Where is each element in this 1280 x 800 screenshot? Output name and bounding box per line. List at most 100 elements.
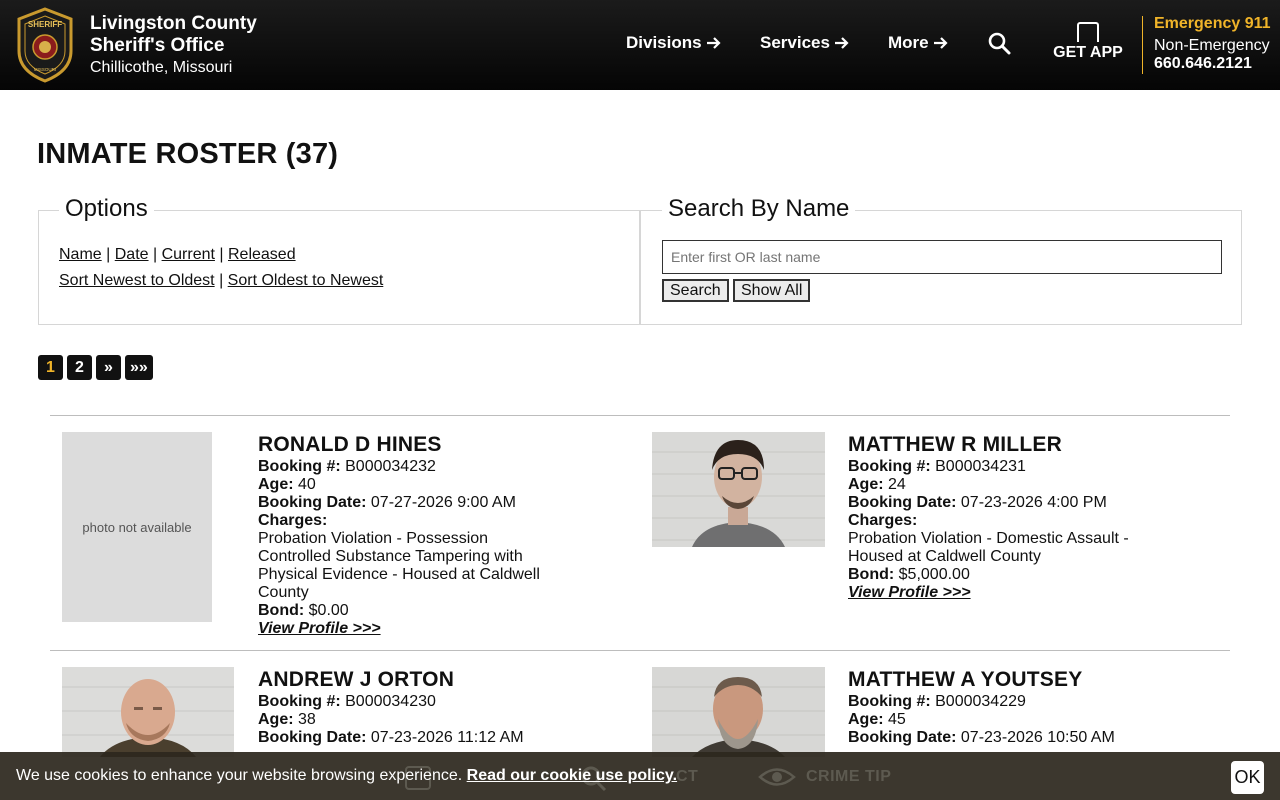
view-profile-link[interactable]: View Profile >>> xyxy=(848,584,971,602)
inmate-name[interactable]: RONALD D HINES xyxy=(258,432,558,458)
nav-services[interactable]: Services xyxy=(760,33,850,53)
inmate-age: 45 xyxy=(888,711,906,728)
site-header: SHERIFF MISSOURI Livingston County Sheri… xyxy=(0,0,1280,90)
show-all-button[interactable]: Show All xyxy=(733,279,811,302)
option-current-link[interactable]: Current xyxy=(162,246,215,263)
option-released-link[interactable]: Released xyxy=(228,246,296,263)
booking-number: B000034232 xyxy=(345,458,436,475)
page-title: INMATE ROSTER (37) xyxy=(37,138,339,170)
inmate-name[interactable]: MATTHEW R MILLER xyxy=(848,432,1148,458)
age-label: Age: xyxy=(258,476,294,493)
arrow-right-icon xyxy=(933,37,948,49)
option-name-link[interactable]: Name xyxy=(59,246,102,263)
search-legend: Search By Name xyxy=(662,195,856,223)
nav-divisions[interactable]: Divisions xyxy=(626,33,722,53)
non-emergency-phone[interactable]: 660.646.2121 xyxy=(1154,56,1271,72)
sheriff-badge-logo[interactable]: SHERIFF MISSOURI xyxy=(14,7,76,83)
age-label: Age: xyxy=(848,476,884,493)
booking-date-label: Booking Date: xyxy=(258,494,367,511)
non-emergency-label: Non-Emergency xyxy=(1154,37,1270,54)
sort-newest-link[interactable]: Sort Newest to Oldest xyxy=(59,272,215,289)
booking-date: 07-27-2026 9:00 AM xyxy=(370,494,516,511)
inmate-age: 24 xyxy=(888,476,906,493)
org-location: Chillicothe, Missouri xyxy=(90,59,233,76)
sort-oldest-link[interactable]: Sort Oldest to Newest xyxy=(228,272,384,289)
options-links: Name | Date | Current | Released Sort Ne… xyxy=(59,246,384,289)
org-name-line2: Sheriff's Office xyxy=(90,35,225,56)
eye-icon xyxy=(758,768,796,786)
page-2-button[interactable]: 2 xyxy=(67,355,92,380)
booking-label: Booking #: xyxy=(258,458,341,475)
bond-label: Bond: xyxy=(258,602,305,619)
booking-number: B000034230 xyxy=(345,693,436,710)
page-1-button[interactable]: 1 xyxy=(38,355,63,380)
options-panel: Options Name | Date | Current | Released… xyxy=(38,195,640,325)
booking-date: 07-23-2026 10:50 AM xyxy=(960,729,1115,746)
cookie-banner: CT CRIME TIP We use cookies to enhance y… xyxy=(0,752,1280,800)
view-profile-link[interactable]: View Profile >>> xyxy=(258,620,381,638)
age-label: Age: xyxy=(258,711,294,728)
get-app-button[interactable]: GET APP xyxy=(1050,22,1126,62)
nav-more-label: More xyxy=(888,33,929,52)
inmate-card: MATTHEW A YOUTSEY Booking #: B000034229 … xyxy=(848,667,1148,747)
options-legend: Options xyxy=(59,195,154,223)
inmate-photo[interactable] xyxy=(652,432,825,547)
inmate-name[interactable]: ANDREW J ORTON xyxy=(258,667,558,693)
cookie-message: We use cookies to enhance your website b… xyxy=(16,767,677,785)
header-divider xyxy=(1142,16,1143,74)
emergency-number[interactable]: Emergency 911 xyxy=(1154,14,1271,34)
booking-label: Booking #: xyxy=(258,693,341,710)
inmate-photo[interactable] xyxy=(652,667,825,757)
charges-text: Probation Violation - Possession Control… xyxy=(258,530,540,601)
booking-date-label: Booking Date: xyxy=(848,729,957,746)
booking-label: Booking #: xyxy=(848,458,931,475)
inmate-card: RONALD D HINES Booking #: B000034232 Age… xyxy=(258,432,558,638)
org-name[interactable]: Livingston County Sheriff's Office Chill… xyxy=(90,13,257,79)
search-button[interactable]: Search xyxy=(662,279,729,302)
last-page-button[interactable]: »» xyxy=(125,355,153,380)
booking-number: B000034231 xyxy=(935,458,1026,475)
roster-divider xyxy=(50,650,1230,651)
nav-more[interactable]: More xyxy=(888,33,949,53)
name-search-input[interactable] xyxy=(662,240,1222,274)
contact-info: Emergency 911 Non-Emergency 660.646.2121 xyxy=(1154,14,1271,72)
inmate-card: MATTHEW R MILLER Booking #: B000034231 A… xyxy=(848,432,1148,602)
cookie-text: We use cookies to enhance your website b… xyxy=(16,767,463,784)
org-name-line1: Livingston County xyxy=(90,13,257,34)
booking-date: 07-23-2026 4:00 PM xyxy=(960,494,1107,511)
inmate-name[interactable]: MATTHEW A YOUTSEY xyxy=(848,667,1148,693)
inmate-photo[interactable] xyxy=(62,667,234,757)
booking-date-label: Booking Date: xyxy=(848,494,957,511)
cookie-policy-link[interactable]: Read our cookie use policy. xyxy=(467,767,677,784)
phone-icon xyxy=(1077,22,1099,42)
search-panel: Search By Name Search Show All xyxy=(640,195,1242,325)
crime-tip-label: CRIME TIP xyxy=(806,768,892,785)
arrow-right-icon xyxy=(706,37,721,49)
bond-amount: $5,000.00 xyxy=(898,566,970,583)
inmate-card: ANDREW J ORTON Booking #: B000034230 Age… xyxy=(258,667,558,747)
roster-divider xyxy=(50,415,1230,416)
cookie-ok-button[interactable]: OK xyxy=(1231,761,1264,794)
bond-amount: $0.00 xyxy=(308,602,349,619)
charges-label: Charges: xyxy=(258,512,328,529)
badge-bottom-text: MISSOURI xyxy=(34,67,56,72)
booking-label: Booking #: xyxy=(848,693,931,710)
booking-number: B000034229 xyxy=(935,693,1026,710)
bond-label: Bond: xyxy=(848,566,895,583)
next-page-button[interactable]: » xyxy=(96,355,121,380)
age-label: Age: xyxy=(848,711,884,728)
booking-date-label: Booking Date: xyxy=(258,729,367,746)
inmate-age: 38 xyxy=(298,711,316,728)
inmate-age: 40 xyxy=(298,476,316,493)
arrow-right-icon xyxy=(834,37,849,49)
get-app-label: GET APP xyxy=(1053,44,1123,61)
search-icon[interactable] xyxy=(987,31,1011,55)
nav-divisions-label: Divisions xyxy=(626,33,702,52)
inmate-photo-placeholder[interactable]: photo not available xyxy=(62,432,212,622)
charges-text: Probation Violation - Domestic Assault -… xyxy=(848,530,1129,565)
option-date-link[interactable]: Date xyxy=(115,246,149,263)
pagination: 1 2 » »» xyxy=(38,355,153,380)
badge-top-text: SHERIFF xyxy=(28,20,62,29)
booking-date: 07-23-2026 11:12 AM xyxy=(370,729,524,746)
charges-label: Charges: xyxy=(848,512,918,529)
